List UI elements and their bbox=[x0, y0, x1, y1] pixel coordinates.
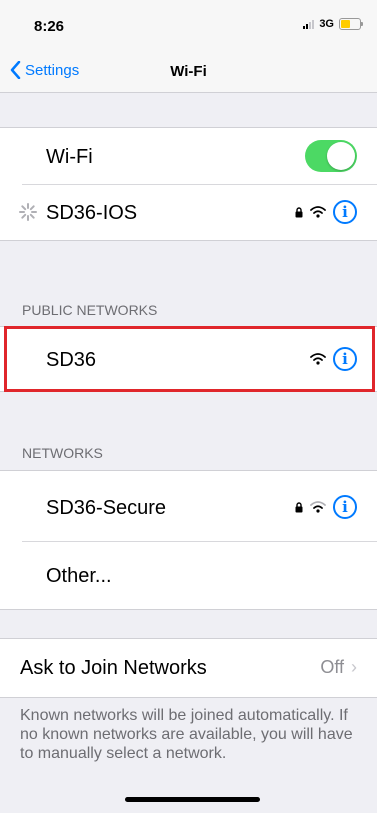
wifi-toggle-switch[interactable] bbox=[305, 140, 357, 172]
wifi-toggle-row: Wi-Fi bbox=[0, 128, 377, 184]
current-network-row[interactable]: SD36-IOS i bbox=[0, 184, 377, 240]
wifi-toggle-label: Wi-Fi bbox=[46, 146, 93, 168]
ask-to-join-group: Ask to Join Networks Off › bbox=[0, 638, 377, 698]
status-bar: 8:26 3G bbox=[0, 0, 377, 52]
page-title: Wi-Fi bbox=[170, 63, 207, 80]
networks-header: NETWORKS bbox=[22, 445, 103, 461]
status-indicators: 3G bbox=[303, 18, 363, 30]
highlight-box bbox=[4, 326, 375, 392]
info-icon[interactable]: i bbox=[333, 200, 357, 224]
status-time: 8:26 bbox=[34, 18, 65, 35]
wifi-settings-group: Wi-Fi SD36-IOS i bbox=[0, 127, 377, 241]
network-name: SD36-Secure bbox=[46, 497, 167, 519]
ask-to-join-value: Off bbox=[320, 657, 344, 677]
wifi-signal-icon bbox=[310, 501, 326, 513]
networks-group: SD36-Secure i Other... bbox=[0, 470, 377, 610]
footer-description: Known networks will be joined automatica… bbox=[20, 707, 353, 762]
public-networks-header: PUBLIC NETWORKS bbox=[22, 302, 158, 318]
network-type: 3G bbox=[319, 18, 334, 30]
chevron-right-icon: › bbox=[351, 657, 357, 677]
navigation-bar: Settings Wi-Fi bbox=[0, 52, 377, 93]
info-icon[interactable]: i bbox=[333, 495, 357, 519]
wifi-signal-icon bbox=[310, 206, 326, 218]
cellular-signal-icon bbox=[303, 19, 315, 29]
other-network-label: Other... bbox=[46, 565, 112, 587]
lock-icon bbox=[295, 206, 303, 217]
network-name: SD36-IOS bbox=[46, 202, 138, 224]
battery-level bbox=[341, 20, 350, 28]
network-row[interactable]: SD36-Secure i bbox=[0, 471, 377, 541]
battery-icon bbox=[339, 18, 363, 30]
ask-to-join-row[interactable]: Ask to Join Networks Off › bbox=[0, 639, 377, 697]
lock-icon bbox=[295, 501, 303, 512]
loading-spinner-icon bbox=[19, 203, 37, 221]
home-indicator bbox=[125, 797, 260, 802]
other-network-row[interactable]: Other... bbox=[0, 541, 377, 609]
ask-to-join-label: Ask to Join Networks bbox=[20, 657, 207, 679]
